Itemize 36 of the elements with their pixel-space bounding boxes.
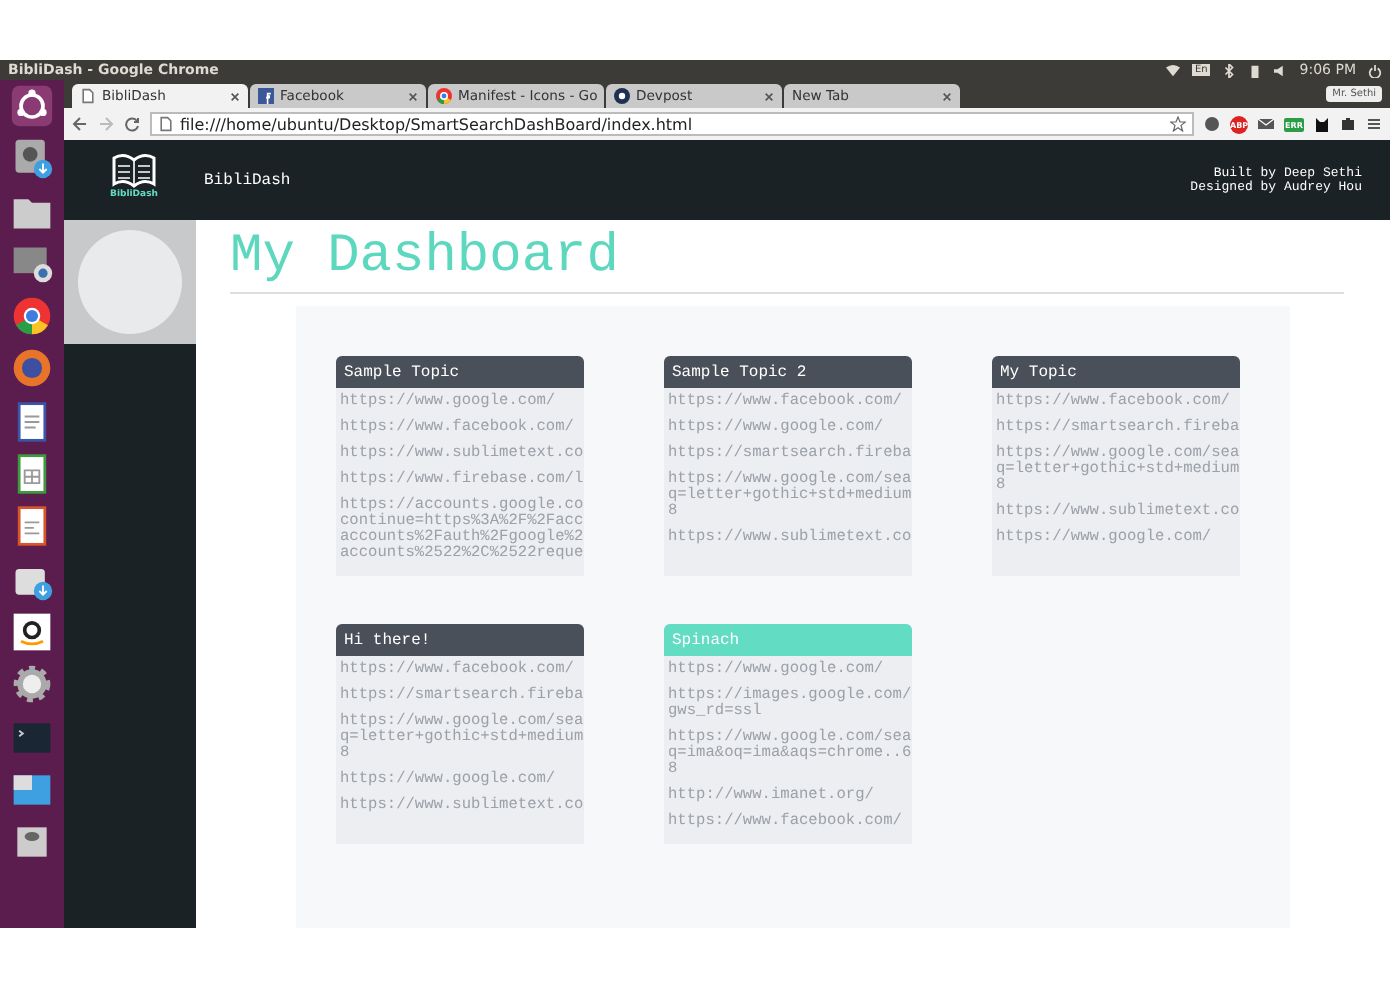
settings-icon[interactable] (10, 662, 54, 707)
ubuntu-logo-icon[interactable] (10, 84, 54, 128)
page-icon (158, 116, 174, 132)
chrome-icon[interactable] (10, 294, 54, 339)
mail-icon[interactable] (1258, 116, 1274, 132)
chrome-icon (436, 88, 452, 104)
star-icon[interactable] (1170, 116, 1186, 132)
battery-icon[interactable] (1247, 63, 1262, 77)
amazon-icon[interactable] (10, 609, 54, 654)
page-icon (80, 88, 96, 104)
close-icon[interactable] (408, 91, 418, 101)
book-logo-icon (110, 150, 158, 190)
page-title: My Dashboard (230, 228, 621, 288)
topic-header[interactable]: Spinach (664, 624, 912, 656)
facebook-icon (258, 88, 274, 104)
menu-icon[interactable] (1366, 116, 1382, 132)
topic-header[interactable]: My Topic (992, 356, 1240, 388)
wifi-icon[interactable] (1166, 63, 1181, 77)
avatar-circle (78, 230, 182, 334)
disk-download-icon[interactable] (10, 136, 54, 181)
topic-header[interactable]: Sample Topic 2 (664, 356, 912, 388)
devpost-icon (614, 88, 630, 104)
topic-header[interactable]: Sample Topic (336, 356, 584, 388)
topic-header[interactable]: Hi there! (336, 624, 584, 656)
close-icon[interactable] (942, 91, 952, 101)
reload-icon[interactable] (124, 116, 140, 132)
close-icon[interactable] (230, 91, 240, 101)
brand-name[interactable]: BibliDash (204, 171, 1191, 189)
firefox-icon[interactable] (10, 346, 54, 391)
close-icon[interactable] (764, 91, 774, 101)
puzzle-icon[interactable] (1340, 116, 1356, 132)
back-icon[interactable] (72, 116, 88, 132)
power-icon[interactable] (1368, 63, 1382, 77)
cat-icon[interactable] (1314, 116, 1330, 132)
bluetooth-icon[interactable] (1221, 63, 1236, 77)
address-bar[interactable]: file:///home/ubuntu/Desktop/SmartSearchDashBoard/index.html (150, 112, 1194, 136)
